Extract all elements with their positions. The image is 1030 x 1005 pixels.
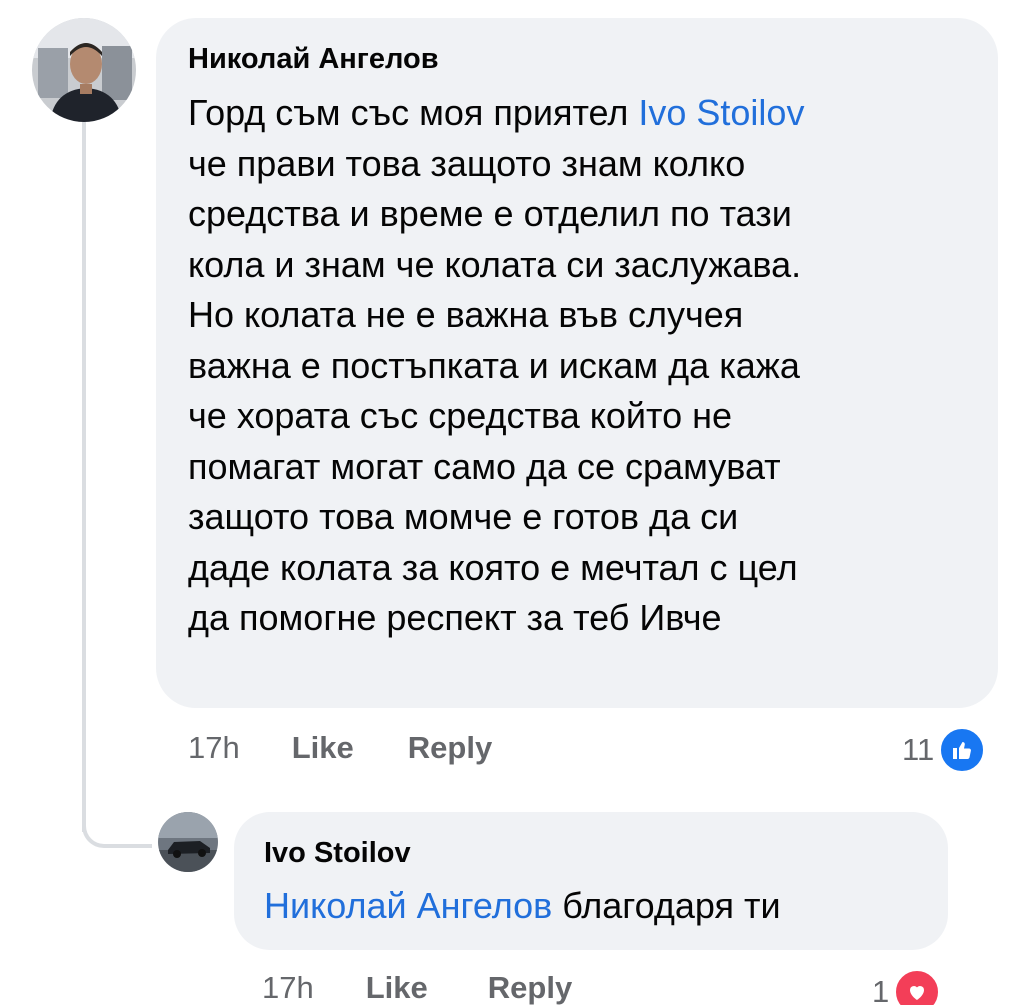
reply-bubble: Ivo Stoilov Николай Ангелов благодаря ти [234, 812, 948, 950]
reply-actions: 17h Like Reply [262, 968, 572, 1005]
comment-bubble: Николай Ангелов Горд съм със моя приятел… [156, 18, 998, 708]
avatar-ivo[interactable] [158, 812, 218, 872]
thread-connector-line [82, 122, 86, 832]
comment-timestamp[interactable]: 17h [188, 730, 240, 766]
profile-photo-icon [32, 18, 136, 122]
comment-actions: 17h Like Reply [188, 728, 492, 768]
reply-text: Николай Ангелов благодаря ти [264, 882, 918, 930]
reply-author[interactable]: Ivo Stoilov [264, 834, 918, 872]
reaction-count: 11 [902, 732, 935, 767]
comment-text: Горд съм със моя приятел Ivo Stoilov че … [188, 88, 968, 644]
profile-photo-icon [158, 812, 218, 872]
reaction-summary[interactable]: 11 [902, 726, 987, 774]
reply-text-body: благодаря ти [552, 885, 781, 926]
like-button[interactable]: Like [366, 970, 428, 1005]
comment-text-rest: че прави това защото знам колко средства… [188, 142, 802, 639]
like-reaction-icon [938, 726, 987, 774]
like-button[interactable]: Like [292, 730, 354, 766]
reaction-count: 1 [872, 974, 890, 1005]
mention-link[interactable]: Ivo Stoilov [638, 92, 804, 133]
comment-author[interactable]: Николай Ангелов [188, 40, 968, 78]
reply-timestamp[interactable]: 17h [262, 970, 314, 1005]
thread-connector-curve [82, 800, 152, 848]
avatar-nikolay[interactable] [32, 18, 136, 122]
reply-button[interactable]: Reply [488, 970, 572, 1005]
comment-thread: Николай Ангелов Горд съм със моя приятел… [0, 0, 1030, 1005]
mention-link[interactable]: Николай Ангелов [264, 885, 552, 926]
love-reaction-icon [893, 968, 942, 1005]
reaction-summary[interactable]: 1 [872, 968, 942, 1005]
comment-text-start: Горд съм със моя приятел [188, 92, 639, 133]
reply-button[interactable]: Reply [408, 730, 492, 766]
